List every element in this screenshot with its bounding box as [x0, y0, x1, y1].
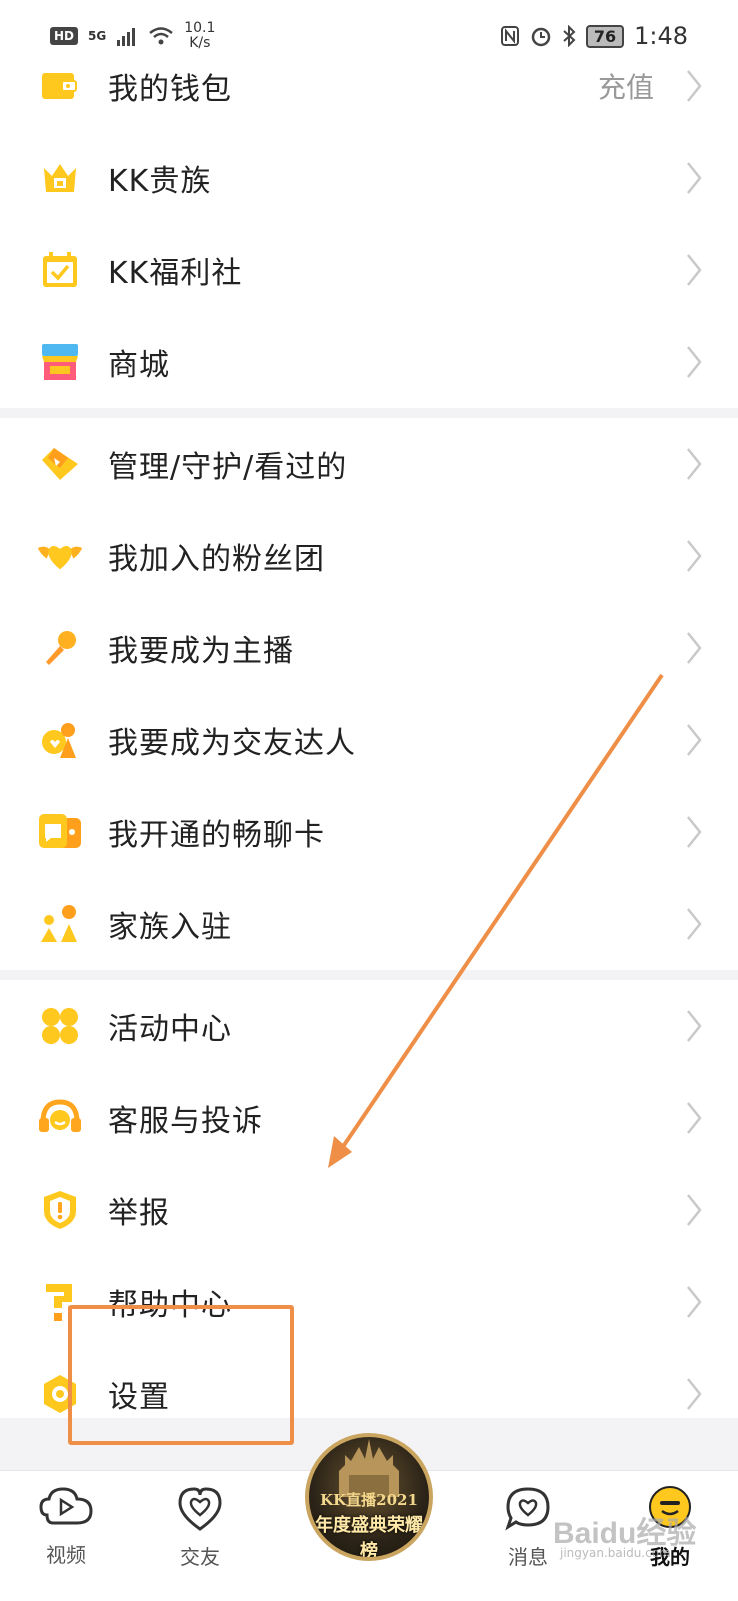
menu-label: 举报: [108, 1196, 170, 1231]
menu-label: 管理/守护/看过的: [108, 450, 348, 485]
menu-label: 我要成为主播: [108, 634, 294, 669]
net-speed-value: 10.1: [184, 20, 216, 36]
event-badge-button[interactable]: KK直播2021 年度盛典荣耀榜: [305, 1433, 433, 1561]
menu-item-wallet[interactable]: 我的钱包 充值: [0, 40, 738, 132]
menu-item-become-host[interactable]: 我要成为主播: [0, 602, 738, 694]
report-shield-icon: [36, 1186, 84, 1234]
menu-item-become-social-expert[interactable]: 我要成为交友达人: [0, 694, 738, 786]
menu-label: 我要成为交友达人: [108, 726, 356, 761]
badge-subtitle: 年度盛典荣耀榜: [315, 1515, 423, 1561]
menu-item-shop[interactable]: 商城: [0, 316, 738, 408]
family-icon: [36, 900, 84, 948]
menu-item-manage[interactable]: 管理/守护/看过的: [0, 418, 738, 510]
menu-item-report[interactable]: 举报: [0, 1164, 738, 1256]
menu-item-activity[interactable]: 活动中心: [0, 980, 738, 1072]
section-divider: [0, 408, 738, 418]
menu-item-customer-service[interactable]: 客服与投诉: [0, 1072, 738, 1164]
recharge-link[interactable]: 充值: [598, 66, 654, 106]
winged-heart-icon: [36, 532, 84, 580]
menu-label: 我的钱包: [108, 72, 232, 107]
chevron-right-icon: [674, 1098, 714, 1138]
chevron-right-icon: [674, 1282, 714, 1322]
crown-icon: [36, 154, 84, 202]
menu-label: 客服与投诉: [108, 1104, 263, 1139]
castle-icon: [339, 1439, 399, 1497]
video-icon: [39, 1487, 93, 1525]
shop-icon: [36, 338, 84, 386]
message-heart-icon: [505, 1487, 550, 1531]
nav-friends[interactable]: 交友: [150, 1485, 250, 1570]
menu-item-nobility[interactable]: KK贵族: [0, 132, 738, 224]
menu-item-welfare[interactable]: KK福利社: [0, 224, 738, 316]
menu-item-fanclub[interactable]: 我加入的粉丝团: [0, 510, 738, 602]
chat-card-icon: [36, 808, 84, 856]
chevron-right-icon: [674, 342, 714, 382]
calendar-check-icon: [36, 246, 84, 294]
menu-label: 家族入驻: [108, 910, 232, 945]
chevron-right-icon: [674, 1006, 714, 1046]
chevron-right-icon: [674, 158, 714, 198]
dating-icon: [36, 716, 84, 764]
section-divider: [0, 970, 738, 980]
menu-label: KK福利社: [108, 256, 243, 291]
badge-title: KK直播2021: [320, 1491, 418, 1509]
nav-video[interactable]: 视频: [16, 1485, 116, 1568]
nav-label: 视频: [46, 1543, 86, 1567]
menu-label: KK贵族: [108, 164, 212, 199]
chevron-right-icon: [674, 812, 714, 852]
chevron-right-icon: [674, 66, 714, 106]
chevron-right-icon: [674, 250, 714, 290]
menu-label: 商城: [108, 348, 170, 383]
diamond-icon: [36, 440, 84, 488]
chevron-right-icon: [674, 1374, 714, 1414]
watermark-sub: jingyan.baidu.com: [560, 1546, 671, 1560]
chevron-right-icon: [674, 628, 714, 668]
menu-label: 我加入的粉丝团: [108, 542, 325, 577]
menu-label: 活动中心: [108, 1012, 232, 1047]
chevron-right-icon: [674, 536, 714, 576]
menu-item-chat-card[interactable]: 我开通的畅聊卡: [0, 786, 738, 878]
menu-item-family[interactable]: 家族入驻: [0, 878, 738, 970]
headset-icon: [36, 1094, 84, 1142]
chevron-right-icon: [674, 904, 714, 944]
wallet-icon: [36, 62, 84, 110]
heart-location-icon: [178, 1487, 222, 1531]
microphone-icon: [36, 624, 84, 672]
menu-list: 我的钱包 充值 KK贵族 KK福利社 商城 管理/守护/看过的 我加入的粉丝团 …: [0, 40, 738, 1440]
chevron-right-icon: [674, 1190, 714, 1230]
activity-icon: [36, 1002, 84, 1050]
annotation-highlight-box: [68, 1305, 294, 1445]
chevron-right-icon: [674, 444, 714, 484]
nav-label: 交友: [180, 1545, 220, 1569]
chevron-right-icon: [674, 720, 714, 760]
menu-label: 我开通的畅聊卡: [108, 818, 325, 853]
